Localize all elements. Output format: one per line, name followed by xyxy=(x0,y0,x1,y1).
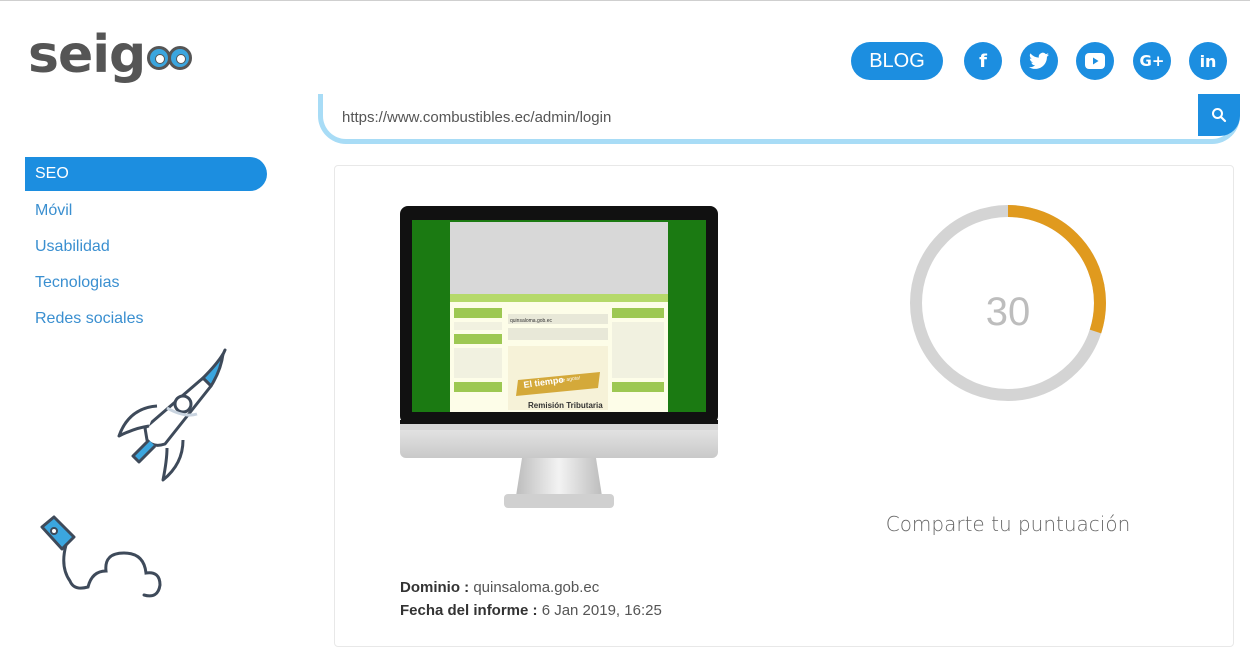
google-plus-icon[interactable]: G+ xyxy=(1133,42,1171,80)
owl-eyes-icon xyxy=(147,46,193,70)
twitter-icon[interactable] xyxy=(1020,42,1058,80)
top-divider xyxy=(0,0,1250,1)
date-value: 6 Jan 2019, 16:25 xyxy=(537,602,662,619)
logo[interactable]: seig xyxy=(28,20,193,90)
search-icon xyxy=(1212,108,1227,123)
linkedin-icon[interactable]: in xyxy=(1189,42,1227,80)
facebook-icon[interactable]: f xyxy=(964,42,1002,80)
domain-row: Dominio : quinsaloma.gob.ec xyxy=(400,576,662,599)
score-value: 30 xyxy=(985,290,1031,334)
site-screenshot-monitor: quinsaloma.gob.ec El tiempo se agota! Re… xyxy=(400,206,718,508)
tag-cloud-illustration xyxy=(40,515,162,598)
site-banner-caption: Remisión Tributaria xyxy=(528,401,603,410)
sidebar-nav: SEO Móvil Usabilidad Tecnologias Redes s… xyxy=(25,157,267,337)
url-input[interactable] xyxy=(340,104,1194,130)
sidebar-item-usabilidad[interactable]: Usabilidad xyxy=(25,229,267,265)
logo-text: seig xyxy=(28,25,146,85)
domain-label: Dominio : xyxy=(400,579,470,596)
sidebar-item-seo[interactable]: SEO xyxy=(25,157,267,191)
date-label: Fecha del informe : xyxy=(400,602,538,619)
site-title-text: quinsaloma.gob.ec xyxy=(510,318,552,324)
url-search-bar xyxy=(318,94,1240,146)
youtube-icon[interactable] xyxy=(1076,42,1114,80)
rocket-illustration xyxy=(117,348,227,482)
sidebar-item-redes-sociales[interactable]: Redes sociales xyxy=(25,301,267,337)
share-score-link[interactable]: Comparte tu puntuación xyxy=(868,512,1148,536)
sidebar-item-tecnologias[interactable]: Tecnologias xyxy=(25,265,267,301)
date-row: Fecha del informe : 6 Jan 2019, 16:25 xyxy=(400,599,662,622)
sidebar-item-movil[interactable]: Móvil xyxy=(25,193,267,229)
blog-button[interactable]: BLOG xyxy=(851,42,943,80)
report-info: Dominio : quinsaloma.gob.ec Fecha del in… xyxy=(400,576,662,622)
search-button[interactable] xyxy=(1198,94,1240,136)
domain-value: quinsaloma.gob.ec xyxy=(469,579,600,596)
